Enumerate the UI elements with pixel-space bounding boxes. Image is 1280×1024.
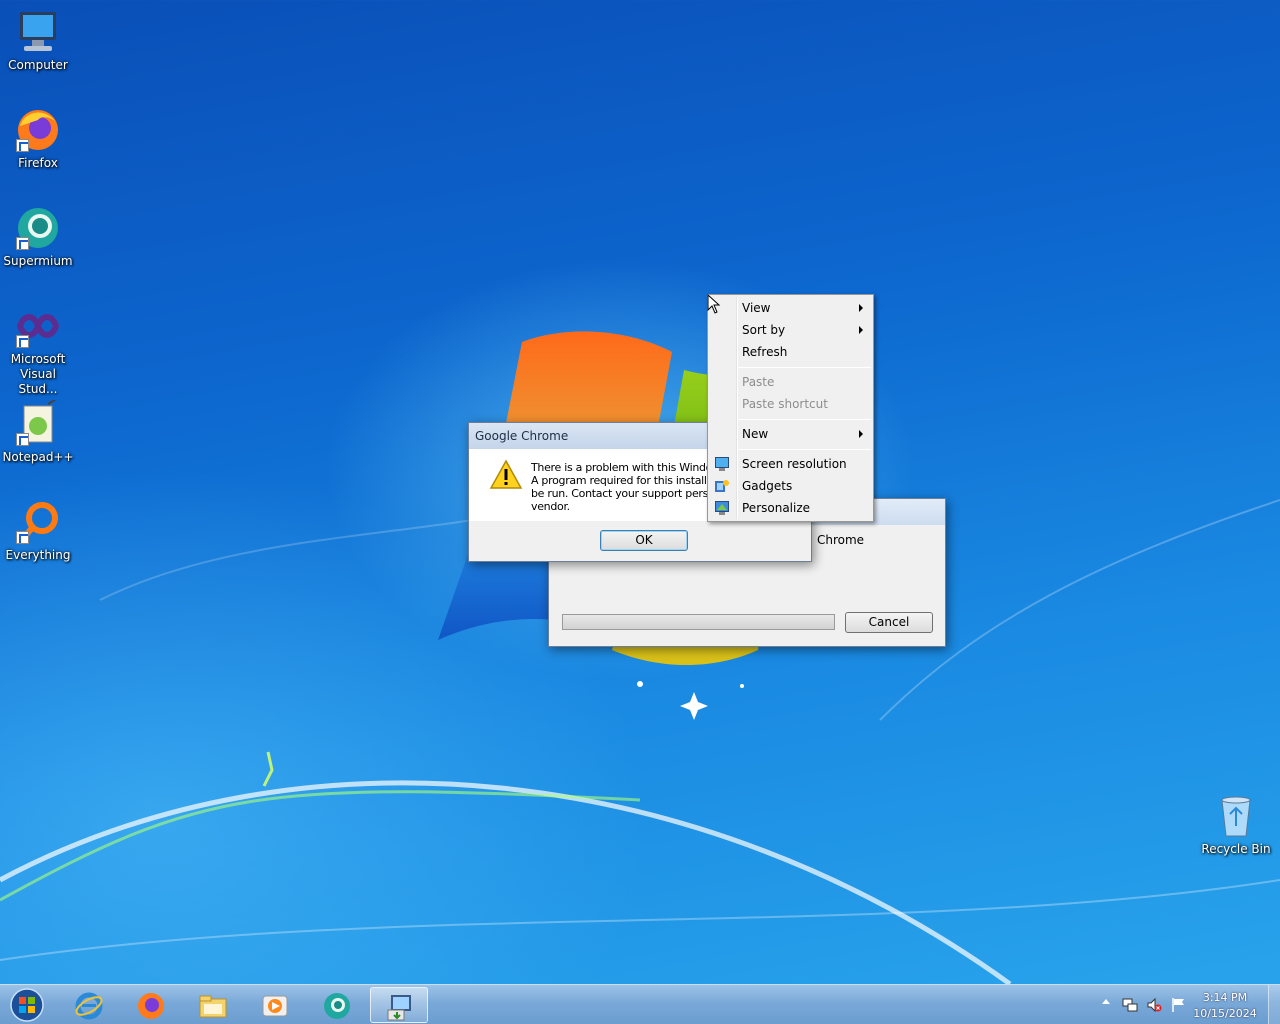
- firefox-icon: [138, 993, 164, 1019]
- shortcut-arrow-icon: [16, 433, 29, 446]
- menu-separator: [738, 449, 871, 450]
- taskbar-file-explorer[interactable]: [184, 987, 240, 1023]
- taskbar-chrome-installer[interactable]: [370, 987, 428, 1023]
- start-button[interactable]: [0, 987, 54, 1023]
- recycle-bin-icon: [1221, 796, 1251, 837]
- menu-item-view[interactable]: View: [742, 297, 870, 319]
- desktop-icon-label: Recycle Bin: [1201, 842, 1271, 856]
- mouse-cursor-icon: [707, 294, 721, 314]
- shortcut-arrow-icon: [16, 335, 29, 348]
- menu-item-label: Personalize: [742, 501, 811, 515]
- desktop-icon-supermium[interactable]: Supermium: [0, 204, 76, 269]
- message-line: There is a problem with this Windows: [531, 461, 727, 474]
- desktop-icon-notepad-plus-plus[interactable]: Notepad++: [0, 397, 76, 465]
- desktop-icon-label: Notepad++: [2, 450, 74, 464]
- ok-button[interactable]: OK: [600, 530, 688, 551]
- menu-item-label: Paste shortcut: [742, 397, 828, 411]
- menu-item-label: Sort by: [742, 323, 786, 337]
- volume-muted-icon[interactable]: [1146, 997, 1162, 1013]
- desktop-icon-visual-studio[interactable]: Microsoft Visual Stud...: [0, 302, 76, 397]
- menu-item-label: Gadgets: [742, 479, 793, 493]
- desktop-icon-label: Microsoft Visual Stud...: [10, 352, 66, 396]
- submenu-arrow-icon: [859, 304, 863, 312]
- internet-explorer-icon: [75, 992, 103, 1020]
- submenu-arrow-icon: [859, 326, 863, 334]
- desktop-icon-computer[interactable]: Computer: [0, 8, 76, 73]
- desktop-icon-everything[interactable]: Everything: [0, 498, 76, 563]
- gadgets-icon: [715, 480, 729, 492]
- clock-time: 3:14 PM: [1202, 991, 1248, 1004]
- menu-item-refresh[interactable]: Refresh: [742, 341, 870, 363]
- desktop-icon-firefox[interactable]: Firefox: [0, 106, 76, 171]
- shortcut-arrow-icon: [16, 531, 29, 544]
- installer-icon: [387, 995, 411, 1021]
- file-explorer-icon: [199, 995, 227, 1018]
- taskbar: 3:14 PM 10/15/2024: [0, 984, 1280, 1024]
- clock-date: 10/15/2024: [1193, 1007, 1257, 1020]
- supermium-icon: [324, 993, 350, 1019]
- menu-item-personalize[interactable]: Personalize: [742, 497, 870, 519]
- menu-item-label: Refresh: [742, 345, 788, 359]
- menu-item-label: Paste: [742, 375, 775, 389]
- media-player-icon: [262, 995, 288, 1017]
- shortcut-arrow-icon: [16, 139, 29, 152]
- menu-item-label: Screen resolution: [742, 457, 847, 471]
- dialog-title: Google Chrome: [475, 429, 569, 443]
- menu-separator: [738, 367, 871, 368]
- taskbar-firefox[interactable]: [122, 987, 178, 1023]
- menu-item-label: View: [742, 301, 771, 315]
- desktop-icon-label: Everything: [5, 548, 71, 562]
- warning-icon: [489, 459, 523, 489]
- menu-item-gadgets[interactable]: Gadgets: [742, 475, 870, 497]
- taskbar-internet-explorer[interactable]: [60, 987, 116, 1023]
- desktop-context-menu: View Sort by Refresh Paste Paste shortcu…: [707, 294, 874, 522]
- screen-resolution-icon: [715, 457, 729, 471]
- menu-item-sort-by[interactable]: Sort by: [742, 319, 870, 341]
- taskbar-clock[interactable]: 3:14 PM 10/15/2024: [1190, 990, 1260, 1022]
- menu-item-screen-resolution[interactable]: Screen resolution: [742, 453, 870, 475]
- dialog-message: There is a problem with this Windows A p…: [531, 461, 735, 513]
- menu-item-new[interactable]: New: [742, 423, 870, 445]
- installer-progress-bar: [562, 614, 835, 630]
- installer-status-text: Chrome: [817, 533, 865, 547]
- start-orb-icon: [10, 988, 44, 1022]
- menu-item-paste-shortcut[interactable]: Paste shortcut: [742, 393, 870, 415]
- cancel-button[interactable]: Cancel: [845, 612, 933, 633]
- taskbar-media-player[interactable]: [246, 987, 302, 1023]
- menu-item-paste[interactable]: Paste: [742, 371, 870, 393]
- desktop-icon-label: Supermium: [3, 254, 73, 268]
- action-center-flag-icon[interactable]: [1170, 997, 1186, 1013]
- network-icon[interactable]: [1122, 997, 1138, 1013]
- message-line: vendor.: [531, 500, 570, 513]
- desktop-icon-recycle-bin[interactable]: Recycle Bin: [1198, 792, 1274, 857]
- show-hidden-icons-icon[interactable]: [1102, 999, 1110, 1004]
- submenu-arrow-icon: [859, 430, 863, 438]
- message-line: A program required for this install to c…: [531, 474, 736, 487]
- desktop-icon-label: Computer: [8, 58, 68, 72]
- personalize-icon: [715, 501, 729, 515]
- message-line: be run. Contact your support personn: [531, 487, 728, 500]
- computer-icon: [20, 12, 56, 51]
- shortcut-arrow-icon: [16, 237, 29, 250]
- menu-separator: [738, 419, 871, 420]
- menu-item-label: New: [742, 427, 769, 441]
- desktop-icon-label: Firefox: [18, 156, 58, 170]
- taskbar-supermium[interactable]: [308, 987, 364, 1023]
- show-desktop-button[interactable]: [1268, 985, 1280, 1024]
